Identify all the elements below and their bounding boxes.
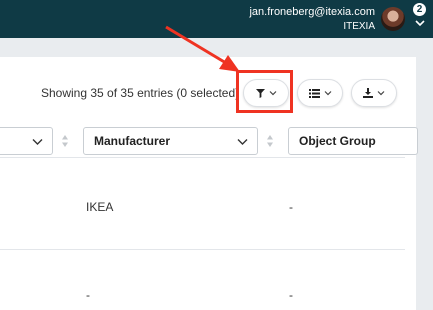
cell-object-group: - (289, 200, 293, 214)
sort-icon[interactable] (266, 134, 274, 148)
table-header-row: Manufacturer Object Group (0, 127, 418, 157)
export-button[interactable] (351, 79, 397, 107)
column-label-manufacturer: Manufacturer (94, 134, 171, 148)
notification-badge[interactable]: 2 (413, 3, 426, 16)
column-label-object-group: Object Group (299, 134, 376, 148)
user-organization: ITEXIA (343, 21, 375, 32)
entries-info: Showing 35 of 35 entries (0 selected) (41, 86, 240, 100)
column-filter-manufacturer[interactable]: Manufacturer (83, 127, 258, 155)
columns-button[interactable] (297, 79, 343, 107)
download-icon (363, 88, 373, 98)
chevron-down-icon (32, 139, 43, 145)
column-filter-1[interactable] (0, 127, 53, 155)
annotation-arrow-icon (165, 25, 240, 72)
row-divider (0, 249, 405, 250)
chevron-down-icon (377, 91, 385, 96)
chevron-down-icon (324, 91, 331, 96)
user-email: jan.froneberg@itexia.com (249, 6, 375, 18)
row-divider (0, 157, 405, 158)
user-info[interactable]: jan.froneberg@itexia.com ITEXIA (249, 6, 375, 33)
chevron-down-icon (237, 139, 248, 145)
chevron-down-icon[interactable] (414, 17, 426, 29)
cell-manufacturer: IKEA (86, 200, 114, 214)
cell-manufacturer: - (86, 288, 90, 302)
sort-icon[interactable] (61, 134, 69, 148)
list-icon (308, 88, 320, 98)
column-filter-object-group[interactable]: Object Group (288, 127, 418, 155)
avatar[interactable] (381, 7, 405, 31)
cell-object-group: - (289, 288, 293, 302)
